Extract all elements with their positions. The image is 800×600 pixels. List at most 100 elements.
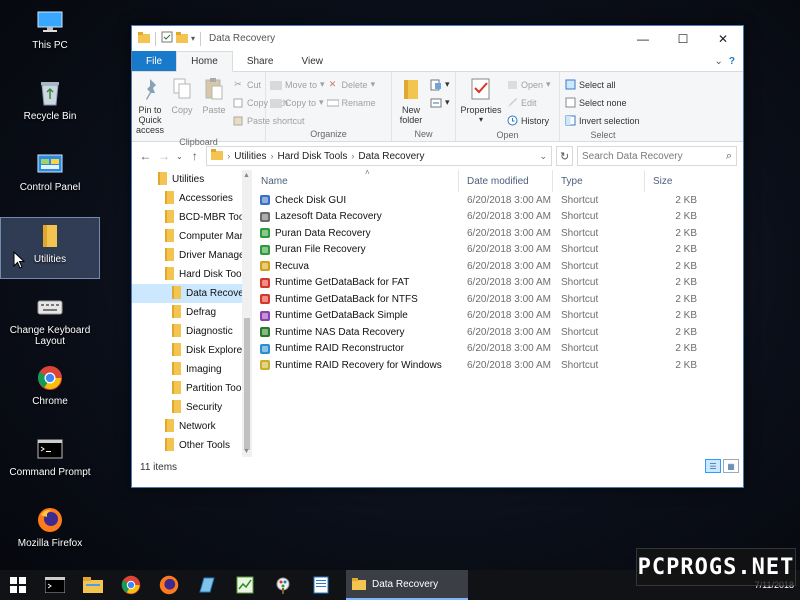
desktop-icon-command-prompt[interactable]: Command Prompt bbox=[0, 431, 100, 493]
desktop-icon-recycle-bin[interactable]: Recycle Bin bbox=[0, 75, 100, 137]
file-row[interactable]: Check Disk GUI 6/20/2018 3:00 AM Shortcut 2… bbox=[253, 192, 743, 209]
nav-item[interactable]: Imaging bbox=[132, 360, 252, 379]
nav-item[interactable]: Disk Explorer bbox=[132, 341, 252, 360]
column-name[interactable]: Name bbox=[253, 170, 459, 192]
nav-item[interactable]: Driver Manage bbox=[132, 246, 252, 265]
column-date-modified[interactable]: Date modified bbox=[459, 170, 553, 192]
file-row[interactable]: Puran File Recovery 6/20/2018 3:00 AM Shor… bbox=[253, 242, 743, 259]
column-size[interactable]: Size bbox=[645, 170, 705, 192]
edit-button[interactable]: Edit bbox=[506, 95, 551, 110]
file-size: 2 KB bbox=[675, 359, 697, 371]
nav-item[interactable]: Utilities bbox=[132, 170, 252, 189]
file-row[interactable]: Runtime GetDataBack Simple 6/20/2018 3:00… bbox=[253, 308, 743, 325]
back-button[interactable]: ← bbox=[138, 147, 153, 165]
forward-button[interactable]: → bbox=[157, 147, 172, 165]
file-row[interactable]: Recuva 6/20/2018 3:00 AM Shortcut 2 KB bbox=[253, 258, 743, 275]
taskbar-active-window[interactable]: Data Recovery bbox=[346, 570, 468, 600]
nav-item[interactable]: Partition Tool bbox=[132, 379, 252, 398]
nav-item[interactable]: Defrag bbox=[132, 303, 252, 322]
nav-scrollbar[interactable]: ▲ ▼ bbox=[242, 170, 252, 457]
select-all-button[interactable]: Select all bbox=[564, 77, 640, 92]
file-list: ˄ Name Date modified Type Size Check Dis… bbox=[253, 168, 743, 457]
desktop-icon-this-pc[interactable]: This PC bbox=[0, 4, 100, 66]
scrollbar-thumb[interactable] bbox=[244, 318, 250, 450]
tab-share[interactable]: Share bbox=[233, 51, 288, 71]
file-row[interactable]: Runtime GetDataBack for FAT 6/20/2018 3:0… bbox=[253, 275, 743, 292]
nav-item-label: Accessories bbox=[179, 193, 233, 204]
file-row[interactable]: Puran Data Recovery 6/20/2018 3:00 AM Shor… bbox=[253, 225, 743, 242]
copy-to-button[interactable]: Copy to ▾ bbox=[270, 95, 325, 110]
address-dropdown-icon[interactable]: ⌄ bbox=[535, 151, 551, 162]
pin-quick-access-button[interactable]: Pin to Quick access bbox=[136, 75, 164, 135]
nav-item[interactable]: BCD-MBR Tool bbox=[132, 208, 252, 227]
new-item-button[interactable]: ▾ bbox=[430, 77, 450, 92]
scroll-down-icon[interactable]: ▼ bbox=[243, 448, 250, 455]
open-button[interactable]: Open ▾ bbox=[506, 77, 551, 92]
nav-item[interactable]: Data Recover bbox=[132, 284, 252, 303]
desktop-icon-keyboard-layout[interactable]: Change Keyboard Layout bbox=[0, 289, 100, 351]
desktop-icon-utilities[interactable]: Utilities bbox=[0, 217, 100, 279]
file-type: Shortcut bbox=[561, 244, 599, 256]
nav-item[interactable]: Computer Mar bbox=[132, 227, 252, 246]
nav-item[interactable]: Diagnostic bbox=[132, 322, 252, 341]
scroll-up-icon[interactable]: ▲ bbox=[243, 172, 250, 179]
desktop-icon-control-panel[interactable]: Control Panel bbox=[0, 146, 100, 208]
file-row[interactable]: Runtime NAS Data Recovery 6/20/2018 3:00 … bbox=[253, 324, 743, 341]
new-folder-button[interactable]: New folder bbox=[396, 75, 426, 127]
minimize-button[interactable]: — bbox=[623, 26, 663, 52]
recent-locations-button[interactable]: ⌄ bbox=[175, 147, 183, 165]
maximize-button[interactable]: ☐ bbox=[663, 26, 703, 52]
expand-ribbon-icon[interactable]: ⌄ ? bbox=[707, 51, 744, 71]
nav-item[interactable]: Security bbox=[132, 398, 252, 417]
large-icons-view-button[interactable]: ▦ bbox=[723, 459, 739, 473]
taskbar-notepad[interactable] bbox=[188, 570, 226, 600]
nav-item[interactable]: Hard Disk Tool bbox=[132, 265, 252, 284]
file-row[interactable]: Runtime RAID Recovery for Windows 6/20/20… bbox=[253, 357, 743, 374]
breadcrumb-data-recovery[interactable]: Data Recovery bbox=[358, 151, 424, 162]
desktop-icon-firefox[interactable]: Mozilla Firefox bbox=[0, 502, 100, 564]
search-box[interactable]: ⌕ bbox=[576, 146, 737, 166]
taskbar-firefox[interactable] bbox=[150, 570, 188, 600]
taskbar-task-manager[interactable] bbox=[226, 570, 264, 600]
file-name: Puran File Recovery bbox=[275, 244, 366, 256]
taskbar-document[interactable] bbox=[302, 570, 340, 600]
paste-button[interactable]: Paste bbox=[200, 75, 228, 135]
taskbar-chrome[interactable] bbox=[112, 570, 150, 600]
nav-item[interactable]: Network bbox=[132, 417, 252, 436]
new-folder-icon[interactable] bbox=[176, 31, 188, 46]
properties-button[interactable]: Properties ▾ bbox=[460, 75, 502, 128]
file-row[interactable]: Runtime RAID Reconstructor 6/20/2018 3:00… bbox=[253, 341, 743, 358]
column-type[interactable]: Type bbox=[553, 170, 645, 192]
move-to-button[interactable]: Move to ▾ bbox=[270, 77, 325, 92]
tab-home[interactable]: Home bbox=[176, 51, 233, 72]
refresh-button[interactable]: ↻ bbox=[556, 146, 573, 166]
address-bar[interactable]: › Utilities › Hard Disk Tools › Data Rec… bbox=[206, 146, 553, 166]
file-type: Shortcut bbox=[561, 310, 599, 322]
select-none-button[interactable]: Select none bbox=[564, 95, 640, 110]
tab-view[interactable]: View bbox=[288, 51, 338, 71]
details-view-button[interactable]: ☰ bbox=[705, 459, 721, 473]
taskbar-command-prompt[interactable] bbox=[36, 570, 74, 600]
rename-button[interactable]: Rename bbox=[326, 95, 376, 110]
file-row[interactable]: Runtime GetDataBack for NTFS 6/20/2018 3:… bbox=[253, 291, 743, 308]
properties-icon[interactable] bbox=[161, 31, 173, 46]
easy-access-button[interactable]: ▾ bbox=[430, 95, 450, 110]
up-button[interactable]: ↑ bbox=[188, 147, 203, 165]
nav-item[interactable]: Accessories bbox=[132, 189, 252, 208]
taskbar-paint[interactable] bbox=[264, 570, 302, 600]
copy-button[interactable]: Copy bbox=[168, 75, 196, 135]
invert-selection-button[interactable]: Invert selection bbox=[564, 113, 640, 128]
breadcrumb-hard-disk-tools[interactable]: Hard Disk Tools bbox=[278, 151, 348, 162]
nav-item[interactable]: Other Tools bbox=[132, 436, 252, 455]
file-row[interactable]: Lazesoft Data Recovery 6/20/2018 3:00 AM S… bbox=[253, 209, 743, 226]
desktop-icon-chrome[interactable]: Chrome bbox=[0, 360, 100, 422]
delete-button[interactable]: ✕ Delete ▾ bbox=[327, 77, 376, 92]
search-input[interactable] bbox=[581, 150, 726, 162]
tab-file[interactable]: File bbox=[132, 51, 177, 71]
start-button[interactable] bbox=[0, 570, 36, 600]
history-button[interactable]: History bbox=[506, 113, 551, 128]
close-button[interactable]: ✕ bbox=[703, 26, 743, 52]
taskbar-file-explorer[interactable] bbox=[74, 570, 112, 600]
breadcrumb-utilities[interactable]: Utilities bbox=[234, 151, 266, 162]
customize-toolbar-icon[interactable]: ▾ bbox=[191, 34, 195, 43]
